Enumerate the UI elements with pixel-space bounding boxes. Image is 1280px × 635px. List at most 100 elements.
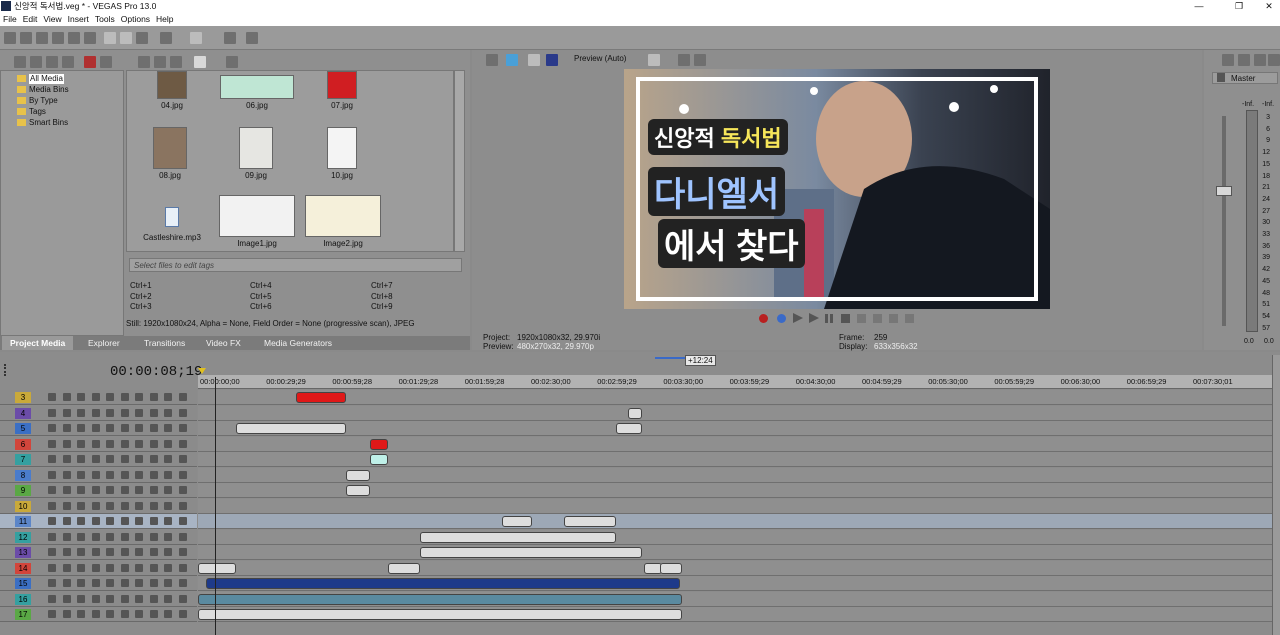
track-properties-icon[interactable] <box>106 548 114 556</box>
next-frame-button[interactable] <box>905 314 914 323</box>
track-motion-icon[interactable] <box>62 501 71 510</box>
solo-icon[interactable] <box>135 439 143 448</box>
video-event[interactable] <box>420 531 616 543</box>
video-event[interactable] <box>420 547 642 558</box>
menu-insert[interactable]: Insert <box>65 12 92 26</box>
lock-icon[interactable] <box>149 594 158 603</box>
track-fx-icon[interactable] <box>48 486 56 494</box>
mute-icon[interactable] <box>120 455 129 463</box>
menu-edit[interactable]: Edit <box>20 12 41 26</box>
track-properties-icon[interactable] <box>106 470 114 479</box>
compositing-parent-icon[interactable] <box>77 579 85 587</box>
track-header[interactable]: 11 <box>0 514 197 529</box>
compositing-child-icon[interactable] <box>91 455 100 463</box>
level-icon[interactable] <box>164 486 172 494</box>
record-button[interactable] <box>759 314 768 323</box>
track-lane[interactable] <box>198 529 1276 545</box>
track-lane[interactable] <box>198 591 1276 607</box>
mute-icon[interactable] <box>120 501 129 510</box>
video-event[interactable] <box>370 438 388 450</box>
expand-icon[interactable] <box>178 424 187 432</box>
expand-icon[interactable] <box>178 486 187 494</box>
compositing-child-icon[interactable] <box>91 439 100 448</box>
media-item[interactable]: 09.jpg <box>231 127 281 180</box>
level-icon[interactable] <box>164 548 172 556</box>
expand-icon[interactable] <box>178 579 187 587</box>
tab-project-media[interactable]: Project Media <box>2 336 74 350</box>
mute-icon[interactable] <box>120 594 129 603</box>
video-event[interactable] <box>346 485 370 496</box>
track-motion-icon[interactable] <box>62 548 71 556</box>
expand-icon[interactable] <box>178 439 187 448</box>
search-icon[interactable] <box>226 56 238 68</box>
media-item[interactable]: 06.jpg <box>219 71 295 110</box>
track-lane[interactable] <box>198 545 1276 560</box>
compositing-child-icon[interactable] <box>91 393 100 401</box>
media-item[interactable]: 07.jpg <box>317 71 367 110</box>
compositing-parent-icon[interactable] <box>77 594 85 603</box>
track-motion-icon[interactable] <box>62 517 71 525</box>
lock-icon[interactable] <box>149 563 158 572</box>
dim-output-icon[interactable] <box>1268 54 1280 66</box>
level-icon[interactable] <box>164 610 172 618</box>
video-event[interactable] <box>346 469 370 481</box>
lock-icon[interactable] <box>149 532 158 541</box>
video-event[interactable] <box>502 516 532 527</box>
media-item[interactable]: Image2.jpg <box>303 195 383 248</box>
help-pointer-icon[interactable] <box>246 32 258 44</box>
track-fx-icon[interactable] <box>48 424 56 432</box>
play-icon[interactable] <box>138 56 150 68</box>
solo-icon[interactable] <box>135 501 143 510</box>
mute-icon[interactable] <box>120 517 129 525</box>
cursor-marker-icon[interactable] <box>198 368 206 374</box>
mute-icon[interactable] <box>120 439 129 448</box>
track-header[interactable]: 15 <box>0 576 197 591</box>
solo-icon[interactable] <box>135 594 143 603</box>
expand-icon[interactable] <box>178 548 187 556</box>
tab-video-fx[interactable]: Video FX <box>198 336 249 350</box>
track-header[interactable]: 14 <box>0 560 197 576</box>
audio-event[interactable] <box>206 578 680 589</box>
expand-icon[interactable] <box>178 455 187 463</box>
compositing-parent-icon[interactable] <box>77 455 85 463</box>
playhead[interactable] <box>215 377 216 635</box>
maximize-button[interactable]: ❐ <box>1228 0 1250 12</box>
expand-icon[interactable] <box>178 517 187 525</box>
media-scrollbar[interactable] <box>454 70 465 252</box>
compositing-child-icon[interactable] <box>91 594 100 603</box>
compositing-child-icon[interactable] <box>91 470 100 479</box>
track-fx-icon[interactable] <box>48 517 56 525</box>
lock-icon[interactable] <box>149 424 158 432</box>
lock-icon[interactable] <box>149 501 158 510</box>
track-lane[interactable] <box>198 607 1276 622</box>
track-motion-icon[interactable] <box>62 470 71 479</box>
expand-icon[interactable] <box>178 470 187 479</box>
compositing-parent-icon[interactable] <box>77 548 85 556</box>
go-to-start-button[interactable] <box>857 314 866 323</box>
compositing-parent-icon[interactable] <box>77 517 85 525</box>
track-properties-icon[interactable] <box>106 393 114 401</box>
loop-region-bar[interactable] <box>655 357 685 359</box>
preview-quality-dropdown[interactable]: Preview (Auto) <box>574 54 626 63</box>
compositing-parent-icon[interactable] <box>77 393 85 401</box>
track-fx-icon[interactable] <box>48 579 56 587</box>
video-event[interactable] <box>370 454 388 465</box>
solo-icon[interactable] <box>135 455 143 463</box>
previous-frame-button[interactable] <box>889 314 898 323</box>
compositing-child-icon[interactable] <box>91 532 100 541</box>
compositing-parent-icon[interactable] <box>77 501 85 510</box>
solo-icon[interactable] <box>135 610 143 618</box>
expand-icon[interactable] <box>178 610 187 618</box>
track-header[interactable]: 6 <box>0 436 197 452</box>
save-icon[interactable] <box>36 32 48 44</box>
track-fx-icon[interactable] <box>48 563 56 572</box>
solo-icon[interactable] <box>135 424 143 432</box>
compositing-parent-icon[interactable] <box>77 408 85 417</box>
external-monitor-icon[interactable] <box>506 54 518 66</box>
track-lane[interactable] <box>198 421 1276 436</box>
stop-button[interactable] <box>841 314 850 323</box>
save-snapshot-icon[interactable] <box>694 54 706 66</box>
refresh-icon[interactable] <box>62 56 74 68</box>
compositing-child-icon[interactable] <box>91 501 100 510</box>
stop-icon[interactable] <box>154 56 166 68</box>
